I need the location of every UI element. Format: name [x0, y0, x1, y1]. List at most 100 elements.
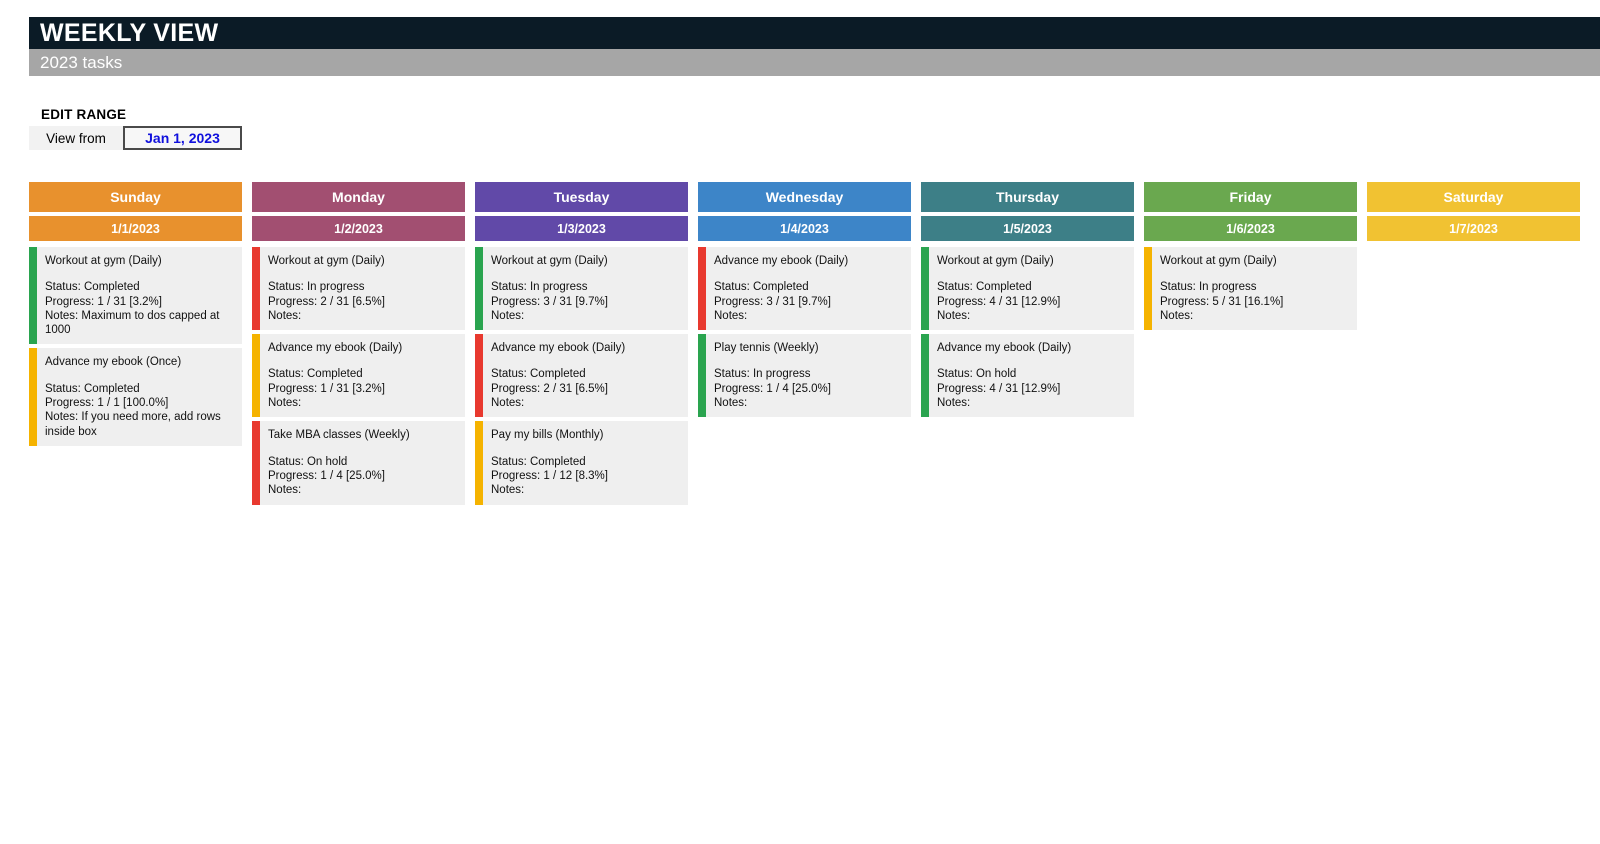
- task-title: Take MBA classes (Weekly): [268, 429, 410, 442]
- task-status: Status: Completed: [491, 455, 586, 468]
- task-card-body: Advance my ebook (Daily) Status: Complete…: [260, 334, 465, 417]
- task-card-body: Workout at gym (Daily) Status: In progres…: [483, 247, 688, 330]
- task-title: Workout at gym (Daily): [268, 255, 385, 267]
- task-card[interactable]: Take MBA classes (Weekly) Status: On hold…: [252, 421, 465, 505]
- task-card-list: Workout at gym (Daily) Status: Completed P…: [29, 247, 242, 446]
- task-card[interactable]: Workout at gym (Daily) Status: In progres…: [1144, 247, 1357, 331]
- task-card[interactable]: Play tennis (Weekly) Status: In progress P…: [698, 334, 911, 418]
- weekly-view-page: WEEKLY VIEW 2023 tasks EDIT RANGE View f…: [0, 0, 1600, 844]
- task-card[interactable]: Advance my ebook (Daily) Status: Complete…: [475, 334, 688, 418]
- task-progress: Progress: 1 / 31 [3.2%]: [268, 382, 385, 395]
- task-notes: Notes: Maximum to dos capped at 1000: [45, 309, 220, 337]
- task-title: Workout at gym (Daily): [491, 255, 608, 267]
- task-card-body: Play tennis (Weekly) Status: In progress P…: [706, 334, 911, 417]
- task-progress: Progress: 1 / 31 [3.2%]: [45, 295, 162, 308]
- task-card[interactable]: Advance my ebook (Daily) Status: Complete…: [698, 247, 911, 331]
- task-status-accent-bar: [252, 247, 260, 331]
- task-card-body: Workout at gym (Daily) Status: In progres…: [260, 247, 465, 330]
- task-progress: Progress: 5 / 31 [16.1%]: [1160, 295, 1284, 308]
- task-notes: Notes:: [937, 309, 971, 322]
- task-progress: Progress: 2 / 31 [6.5%]: [491, 382, 608, 395]
- task-title: Advance my ebook (Once): [45, 356, 182, 369]
- task-progress: Progress: 3 / 31 [9.7%]: [491, 295, 608, 308]
- task-title: Workout at gym (Daily): [45, 255, 162, 267]
- task-progress: Progress: 1 / 4 [25.0%]: [714, 382, 831, 395]
- day-column-saturday: Saturday 1/7/2023: [1367, 182, 1580, 509]
- day-name-header: Wednesday: [698, 182, 911, 212]
- task-card-body: Pay my bills (Monthly) Status: Completed P…: [483, 421, 688, 504]
- task-card[interactable]: Advance my ebook (Once) Status: Completed…: [29, 348, 242, 446]
- task-card-body: Workout at gym (Daily) Status: In progres…: [1152, 247, 1357, 330]
- task-progress: Progress: 4 / 31 [12.9%]: [937, 295, 1061, 308]
- task-progress: Progress: 2 / 31 [6.5%]: [268, 295, 385, 308]
- task-status-accent-bar: [1144, 247, 1152, 331]
- task-status-accent-bar: [921, 247, 929, 331]
- task-progress: Progress: 1 / 12 [8.3%]: [491, 469, 608, 482]
- task-status: Status: Completed: [937, 281, 1032, 294]
- task-card-list: Advance my ebook (Daily) Status: Complete…: [698, 247, 911, 418]
- task-status: Status: In progress: [714, 368, 811, 381]
- task-progress: Progress: 1 / 4 [25.0%]: [268, 469, 385, 482]
- day-name-header: Saturday: [1367, 182, 1580, 212]
- day-date-header: 1/5/2023: [921, 216, 1134, 241]
- day-name-header: Tuesday: [475, 182, 688, 212]
- task-progress: Progress: 4 / 31 [12.9%]: [937, 382, 1061, 395]
- task-card[interactable]: Pay my bills (Monthly) Status: Completed P…: [475, 421, 688, 505]
- task-notes: Notes:: [268, 484, 302, 497]
- task-title: Advance my ebook (Daily): [937, 342, 1072, 355]
- task-notes: Notes:: [491, 397, 525, 410]
- task-status-accent-bar: [252, 421, 260, 505]
- task-card[interactable]: Advance my ebook (Daily) Status: Complete…: [252, 334, 465, 418]
- task-notes: Notes:: [268, 397, 302, 410]
- edit-range-label: EDIT RANGE: [41, 107, 127, 122]
- task-card-list: Workout at gym (Daily) Status: Completed P…: [921, 247, 1134, 418]
- task-progress: Progress: 3 / 31 [9.7%]: [714, 295, 831, 308]
- day-column-wednesday: Wednesday 1/4/2023 Advance my ebook (Daily…: [698, 182, 911, 509]
- task-card-body: Workout at gym (Daily) Status: Completed P…: [929, 247, 1134, 330]
- task-card[interactable]: Advance my ebook (Daily) Status: On hold P…: [921, 334, 1134, 418]
- task-status: Status: Completed: [45, 382, 140, 395]
- task-card-list: Workout at gym (Daily) Status: In progres…: [1144, 247, 1357, 331]
- day-date-header: 1/1/2023: [29, 216, 242, 241]
- day-column-sunday: Sunday 1/1/2023 Workout at gym (Daily) Stat…: [29, 182, 242, 509]
- view-from-date-input[interactable]: Jan 1, 2023: [123, 126, 242, 150]
- task-card[interactable]: Workout at gym (Daily) Status: Completed P…: [29, 247, 242, 345]
- task-notes: Notes:: [714, 397, 748, 410]
- task-status-accent-bar: [475, 247, 483, 331]
- page-subtitle: 2023 tasks: [29, 49, 1600, 76]
- task-status-accent-bar: [29, 348, 37, 446]
- task-status: Status: Completed: [268, 368, 363, 381]
- day-name-header: Monday: [252, 182, 465, 212]
- task-status-accent-bar: [475, 421, 483, 505]
- task-notes: Notes:: [1160, 309, 1194, 322]
- task-notes: Notes:: [491, 309, 525, 322]
- task-card-body: Workout at gym (Daily) Status: Completed P…: [37, 247, 242, 344]
- task-status-accent-bar: [698, 247, 706, 331]
- task-status-accent-bar: [29, 247, 37, 345]
- task-status-accent-bar: [475, 334, 483, 418]
- task-card-body: Advance my ebook (Once) Status: Completed…: [37, 348, 242, 445]
- task-card[interactable]: Workout at gym (Daily) Status: In progres…: [252, 247, 465, 331]
- day-date-header: 1/3/2023: [475, 216, 688, 241]
- task-notes: Notes:: [491, 484, 525, 497]
- task-title: Play tennis (Weekly): [714, 342, 819, 355]
- view-from-row: View from Jan 1, 2023: [29, 126, 242, 150]
- task-card[interactable]: Workout at gym (Daily) Status: In progres…: [475, 247, 688, 331]
- task-card-list: Workout at gym (Daily) Status: In progres…: [475, 247, 688, 505]
- task-card-list: Workout at gym (Daily) Status: In progres…: [252, 247, 465, 505]
- task-status: Status: On hold: [268, 455, 348, 468]
- task-notes: Notes:: [937, 397, 971, 410]
- task-status-accent-bar: [921, 334, 929, 418]
- task-title: Workout at gym (Daily): [937, 255, 1054, 267]
- task-title: Advance my ebook (Daily): [491, 342, 626, 355]
- day-column-thursday: Thursday 1/5/2023 Workout at gym (Daily) St…: [921, 182, 1134, 509]
- task-title: Pay my bills (Monthly): [491, 429, 604, 442]
- task-card-body: Advance my ebook (Daily) Status: Complete…: [483, 334, 688, 417]
- day-date-header: 1/7/2023: [1367, 216, 1580, 241]
- task-notes: Notes:: [268, 309, 302, 322]
- task-card-body: Take MBA classes (Weekly) Status: On hold…: [260, 421, 465, 504]
- task-notes: Notes:: [714, 309, 748, 322]
- task-card[interactable]: Workout at gym (Daily) Status: Completed P…: [921, 247, 1134, 331]
- day-column-monday: Monday 1/2/2023 Workout at gym (Daily) Stat…: [252, 182, 465, 509]
- day-date-header: 1/2/2023: [252, 216, 465, 241]
